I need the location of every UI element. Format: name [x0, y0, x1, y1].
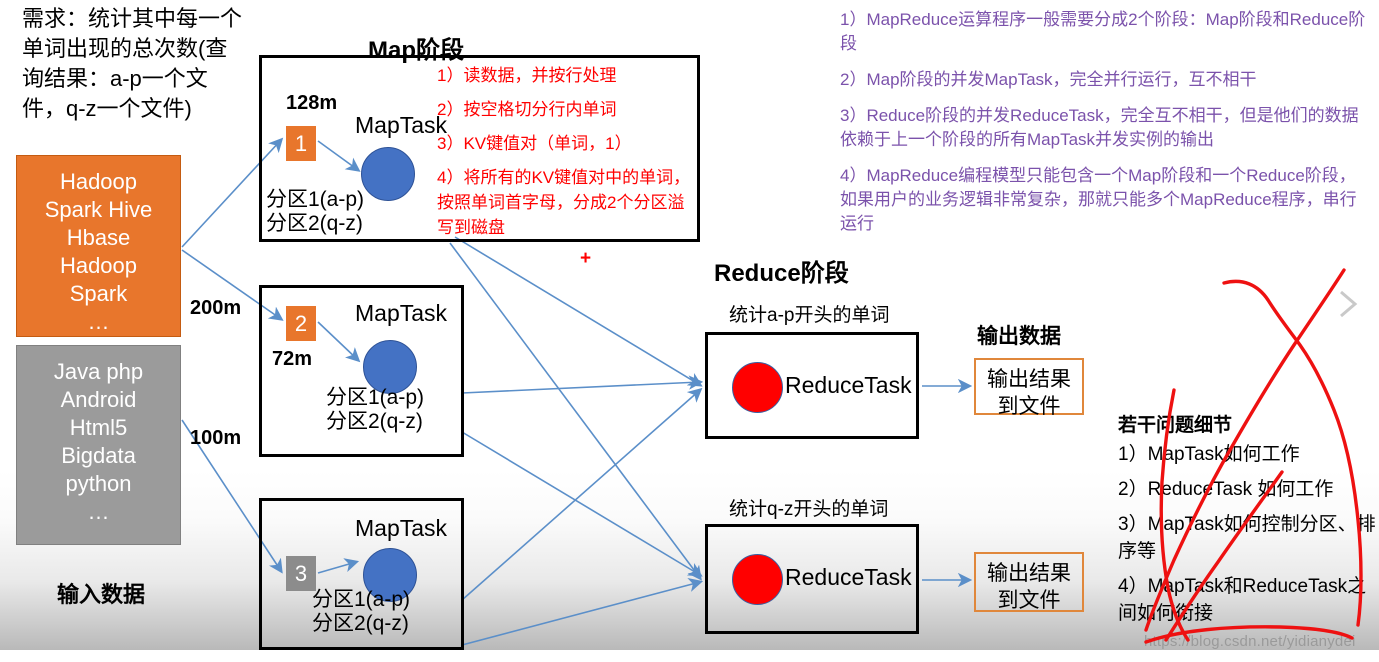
map-task-circle-1 [361, 147, 415, 201]
details-item-2: 2）ReduceTask 如何工作 [1118, 479, 1334, 500]
details-item-3: 3）MapTask如何控制分区、排序等 [1118, 514, 1376, 562]
details-list: 若干问题细节 1）MapTask如何工作 2）ReduceTask 如何工作 3… [1118, 412, 1379, 635]
details-item-1: 1）MapTask如何工作 [1118, 444, 1300, 465]
partition-label-3: 分区1(a-p) 分区2(q-z) [312, 588, 411, 635]
concept-note-4: 4）MapReduce编程模型只能包含一个Map阶段和一个Reduce阶段，如果… [840, 166, 1357, 233]
map-task-label-1: MapTask [355, 112, 448, 138]
reduce-task-label-1: ReduceTask [785, 372, 912, 398]
reduce-task-circle-2 [732, 554, 783, 605]
size-label-200m: 200m [190, 297, 242, 319]
input-split-2: 2 [286, 306, 316, 341]
output-data-title: 输出数据 [977, 325, 1061, 348]
reduce-task-label-2: ReduceTask [785, 564, 912, 590]
map-step-2: 2）按空格切分行内单词 [437, 100, 617, 119]
map-step-4: 4）将所有的KV键值对中的单词，按照单词首字母，分成2个分区溢写到磁盘 [437, 168, 691, 237]
concept-notes: 1）MapReduce运算程序一般需要分成2个阶段：Map阶段和Reduce阶段… [840, 8, 1370, 248]
slide-bottom-strip [0, 650, 1379, 662]
output-file-box-2: 输出结果 到文件 [974, 552, 1084, 612]
requirement-text: 需求：统计其中每一个单词出现的总次数(查询结果：a-p一个文件，q-z一个文件) [22, 6, 243, 121]
reduce-stage-title: Reduce阶段 [714, 260, 849, 287]
chevron-right-icon [1340, 290, 1358, 318]
map-step-1: 1）读数据，并按行处理 [437, 66, 617, 85]
input-split-1: 1 [286, 126, 316, 161]
input-source-gray: Java php Android Html5 Bigdata python … [16, 345, 181, 545]
concept-note-3: 3）Reduce阶段的并发ReduceTask，完全互不相干，但是他们的数据依赖… [840, 106, 1359, 149]
partition-label-1: 分区1(a-p) 分区2(q-z) [266, 188, 365, 235]
map-stage-steps: 1）读数据，并按行处理 2）按空格切分行内单词 3）KV键值对（单词，1） 4）… [437, 63, 695, 249]
map-step-3: 3）KV键值对（单词，1） [437, 134, 632, 153]
map-task-label-2: MapTask [355, 300, 448, 326]
concept-note-1: 1）MapReduce运算程序一般需要分成2个阶段：Map阶段和Reduce阶段 [840, 10, 1366, 53]
output-file-box-1: 输出结果 到文件 [974, 358, 1084, 418]
reduce-caption-1: 统计a-p开头的单词 [729, 305, 890, 326]
input-source-orange: Hadoop Spark Hive Hbase Hadoop Spark … [16, 155, 181, 337]
watermark-url: https://blog.csdn.net/yidianydei [1144, 633, 1356, 650]
size-label-100m: 100m [190, 427, 242, 449]
slide-canvas: 需求：统计其中每一个单词出现的总次数(查询结果：a-p一个文件，q-z一个文件)… [0, 0, 1379, 662]
concept-note-2: 2）Map阶段的并发MapTask，完全并行运行，互不相干 [840, 70, 1257, 89]
reduce-task-circle-1 [732, 362, 783, 413]
details-title: 若干问题细节 [1118, 415, 1233, 436]
reduce-caption-2: 统计q-z开头的单词 [729, 499, 889, 520]
map-task-label-3: MapTask [355, 515, 448, 541]
partition-label-2: 分区1(a-p) 分区2(q-z) [326, 386, 425, 433]
details-item-4: 4）MapTask和ReduceTask之间如何衔接 [1118, 576, 1367, 624]
plus-marker: + [580, 248, 592, 269]
input-split-3: 3 [286, 556, 316, 591]
input-data-label: 输入数据 [57, 582, 146, 607]
